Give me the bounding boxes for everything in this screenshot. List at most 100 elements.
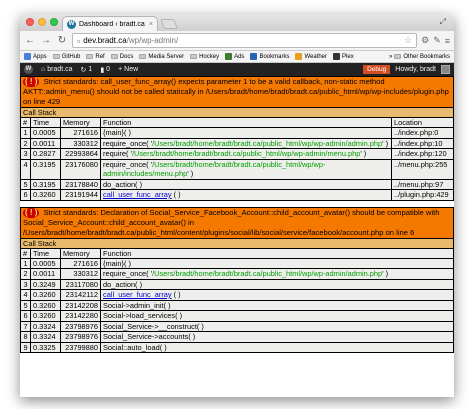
- cell-time: 0.3325: [30, 341, 61, 353]
- howdy-user[interactable]: Howdy, bradt: [395, 66, 436, 73]
- cell-function: Social_Service->accounts( ): [100, 331, 454, 343]
- cell-function: require( '/Users/bradt/home/bradt/bradt.…: [100, 148, 392, 160]
- table-row: 6 0.3260 23142280 Social->load_services( ): [20, 310, 454, 322]
- url-path: /wp/wp-admin/: [126, 36, 179, 45]
- bookmark-docs[interactable]: Docs: [110, 54, 133, 60]
- cell-index: 8: [20, 331, 31, 343]
- error-message: Strict standards: Declaration of Social_…: [23, 207, 440, 237]
- bookmark-github[interactable]: GitHub: [52, 54, 80, 60]
- bookmark-media-server[interactable]: Media Server: [139, 54, 184, 60]
- wordpress-logo-icon[interactable]: W: [24, 65, 33, 74]
- cell-memory: 23142208: [60, 299, 101, 311]
- table-row: 8 0.3324 23798976 Social_Service->accounts(…: [20, 331, 454, 343]
- cell-function: {main}( ): [100, 127, 392, 139]
- cell-memory: 23799880: [60, 341, 101, 353]
- folder-icon: [52, 54, 60, 59]
- bookmark-ads[interactable]: Ads: [225, 53, 244, 60]
- bookmark-hockey[interactable]: Hockey: [190, 54, 219, 60]
- address-bar[interactable]: ▫ dev.bradt.ca/wp/wp-admin/ ☆: [72, 33, 418, 48]
- table-row: 1 0.0005 271616 {main}( ) ../index.php:0: [20, 127, 454, 139]
- cell-function: require_once( '/Users/bradt/home/bradt/b…: [100, 137, 392, 149]
- cell-index: 4: [20, 289, 31, 301]
- zoom-window-button[interactable]: [50, 18, 58, 26]
- admin-bar-comments[interactable]: ▮ 0: [100, 66, 110, 74]
- function-name: do_action( ): [103, 179, 143, 189]
- cell-time: 0.3260: [30, 289, 61, 301]
- debug-button[interactable]: Debug: [363, 65, 391, 74]
- cell-index: 2: [20, 268, 31, 280]
- tab-close-icon[interactable]: ×: [149, 21, 153, 28]
- more-bookmarks-chevron-icon[interactable]: »: [389, 54, 392, 60]
- col-header: Time: [30, 117, 61, 128]
- cell-location: ../menu.php:255: [391, 158, 454, 180]
- fullscreen-icon[interactable]: ⤢: [440, 17, 446, 27]
- cell-memory: 23191944: [60, 189, 101, 201]
- cell-function: do_action( ): [100, 278, 454, 290]
- admin-bar-updates[interactable]: ↻ 1: [81, 66, 93, 74]
- col-header: Function: [100, 117, 392, 128]
- cell-function: {main}( ): [100, 257, 454, 269]
- cell-location: ../menu.php:97: [391, 178, 454, 190]
- extension-icon[interactable]: ⚙: [421, 35, 429, 46]
- wrench-menu-icon[interactable]: ✎: [433, 35, 441, 46]
- browser-window: W Dashboard ‹ bradt.ca — W × ⤢ ← → ↻ ▫ d…: [20, 14, 454, 397]
- function-name: require_once( ': [103, 159, 153, 169]
- cell-index: 7: [20, 320, 31, 332]
- bookmarks-bar: Apps GitHub Ref Docs Media Server Hockey…: [20, 51, 454, 63]
- wp-admin-bar: W ⌂ bradt.ca ↻ 1 ▮ 0 + New Debug Howdy, brad…: [20, 63, 454, 76]
- table-row: 2 0.0011 330312 require_once( '/Users/bradt…: [20, 137, 454, 149]
- cell-index: 5: [20, 178, 31, 190]
- site-name: bradt.ca: [47, 66, 73, 73]
- back-icon[interactable]: ←: [24, 35, 36, 46]
- comments-icon: ▮: [100, 66, 105, 74]
- avatar[interactable]: [441, 65, 450, 74]
- cell-index: 4: [20, 158, 31, 180]
- new-tab-button[interactable]: [160, 19, 178, 29]
- apps-grid-icon: [24, 53, 31, 60]
- minimize-window-button[interactable]: [38, 18, 46, 26]
- cell-function: Social->admin_init( ): [100, 299, 454, 311]
- folder-icon: [139, 54, 147, 59]
- menu-icon[interactable]: ≡: [445, 36, 450, 46]
- browser-tab[interactable]: W Dashboard ‹ bradt.ca — W ×: [62, 16, 158, 31]
- bookmark-weather[interactable]: Weather: [295, 53, 327, 60]
- cell-index: 5: [20, 299, 31, 311]
- cell-time: 0.3249: [30, 278, 61, 290]
- cell-function: Social_Service->__construct( ): [100, 320, 454, 332]
- table-row: 3 0.3249 23117080 do_action( ): [20, 278, 454, 290]
- page-info-icon[interactable]: ▫: [77, 36, 80, 46]
- cell-time: 0.0011: [30, 137, 61, 149]
- table-row: 3 0.2827 22993864 require( '/Users/bradt/ho…: [20, 148, 454, 160]
- cell-location: ../plugin.php:429: [391, 189, 454, 201]
- cell-time: 0.3260: [30, 299, 61, 311]
- bookmark-bookmarks[interactable]: Bookmarks: [250, 53, 289, 60]
- plus-icon: +: [118, 66, 123, 73]
- table-row: 6 0.3260 23191944 call_user_func_array ( ).…: [20, 189, 454, 201]
- function-name: require_once( ': [103, 269, 153, 278]
- admin-bar-site[interactable]: ⌂ bradt.ca: [41, 66, 73, 73]
- col-header: Time: [30, 247, 61, 259]
- admin-bar-new[interactable]: + New: [118, 66, 138, 73]
- function-link[interactable]: call_user_func_array: [103, 290, 172, 299]
- col-header: #: [20, 117, 31, 128]
- cell-index: 9: [20, 341, 31, 353]
- close-window-button[interactable]: [26, 18, 34, 26]
- bookmark-ref[interactable]: Ref: [86, 54, 105, 60]
- cell-time: 0.0005: [30, 257, 61, 269]
- cell-time: 0.3195: [30, 158, 61, 180]
- reload-icon[interactable]: ↻: [56, 35, 68, 46]
- function-link[interactable]: call_user_func_array: [103, 190, 172, 199]
- cell-memory: 23142280: [60, 310, 101, 322]
- bookmark-star-icon[interactable]: ☆: [404, 35, 412, 46]
- bookmark-plex[interactable]: Plex: [333, 53, 354, 60]
- col-header: Location: [391, 117, 454, 128]
- other-bookmarks[interactable]: » Other Bookmarks: [389, 54, 450, 60]
- cell-time: 0.3324: [30, 331, 61, 343]
- cell-index: 6: [20, 189, 31, 201]
- function-name: Social->load_services( ): [103, 311, 183, 320]
- bookmark-apps[interactable]: Apps: [24, 53, 47, 60]
- cell-memory: 271616: [60, 127, 101, 139]
- forward-icon[interactable]: →: [40, 35, 52, 46]
- bookmark-label: Media Server: [148, 53, 185, 60]
- cell-function: require_once( '/Users/bradt/home/bradt/b…: [100, 268, 454, 280]
